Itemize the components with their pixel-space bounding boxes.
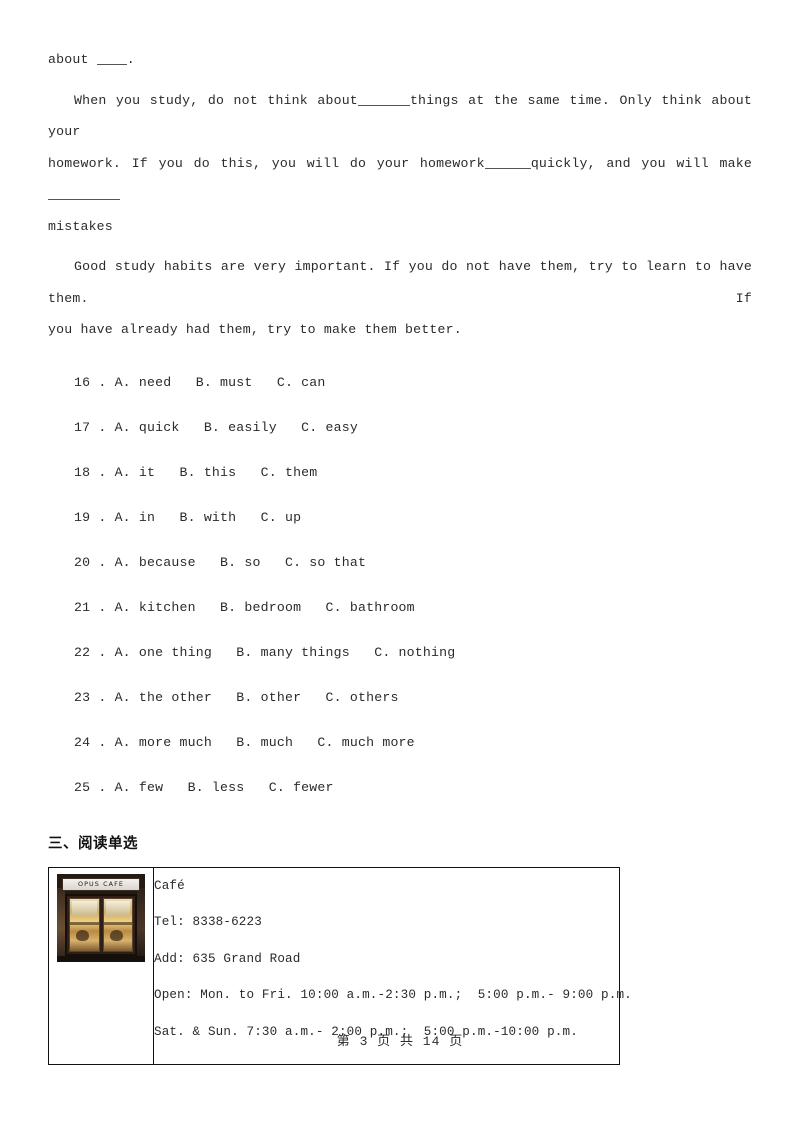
cafe-door-right bbox=[102, 897, 133, 952]
paragraph-line-text: mistakes bbox=[48, 218, 113, 234]
answer-blank bbox=[96, 51, 127, 65]
section-heading: 三、阅读单选 bbox=[48, 835, 138, 852]
paragraph-line: you have already had them, try to make t… bbox=[48, 314, 752, 346]
storefront-floor bbox=[57, 955, 145, 962]
answer-blank bbox=[357, 92, 410, 106]
answer-blank bbox=[484, 155, 531, 169]
choice-row[interactable]: 23 . A. the other B. other C. others bbox=[48, 675, 752, 720]
door-top-panel bbox=[105, 900, 130, 915]
choice-row[interactable]: 25 . A. few B. less C. fewer bbox=[48, 765, 752, 810]
paragraph-line-text: Good study habits are very important. If… bbox=[48, 259, 752, 306]
choice-row[interactable]: 17 . A. quick B. easily C. easy bbox=[48, 405, 752, 450]
door-top-panel bbox=[72, 900, 97, 915]
paragraph-line: When you study, do not think about things… bbox=[48, 85, 752, 148]
paragraph-line-text: When you study, do not think about bbox=[74, 92, 358, 108]
choice-row[interactable]: 24 . A. more much B. much C. much more bbox=[48, 720, 752, 765]
paragraph-when-you-study: When you study, do not think about things… bbox=[48, 85, 752, 243]
cafe-name: Café bbox=[154, 878, 185, 893]
paragraph-line-text-tail: quickly, and you will make bbox=[530, 155, 752, 171]
cafe-telephone: Tel: 8338-6223 bbox=[154, 915, 262, 929]
paragraph-line: mistakes bbox=[48, 211, 752, 243]
choice-row[interactable]: 21 . A. kitchen B. bedroom C. bathroom bbox=[48, 585, 752, 630]
cafe-address: Add: 635 Grand Road bbox=[154, 951, 301, 966]
door-silhouette bbox=[76, 929, 90, 942]
choice-list: 16 . A. need B. must C. can 17 . A. quic… bbox=[48, 360, 752, 810]
answer-blank bbox=[48, 186, 120, 200]
storefront-left-edge bbox=[57, 887, 65, 962]
cafe-sign: OPUS CAFE bbox=[62, 877, 140, 891]
choice-row[interactable]: 19 . A. in B. with C. up bbox=[48, 495, 752, 540]
storefront-right-edge bbox=[137, 887, 145, 962]
paragraph-about-suffix: . bbox=[126, 52, 135, 67]
paragraph-line-text: homework. If you do this, you will do yo… bbox=[48, 155, 485, 171]
document-page: about . When you study, do not think abo… bbox=[0, 0, 800, 1132]
choice-row[interactable]: 16 . A. need B. must C. can bbox=[48, 360, 752, 405]
paragraph-about-prefix: about bbox=[48, 52, 97, 67]
paragraph-good-habits: Good study habits are very important. If… bbox=[48, 251, 752, 346]
cafe-sign-text: OPUS CAFE bbox=[77, 879, 125, 888]
choice-row[interactable]: 18 . A. it B. this C. them bbox=[48, 450, 752, 495]
cafe-door-left bbox=[69, 897, 100, 952]
paragraph-about: about . bbox=[48, 44, 752, 76]
cafe-hours-weekday: Open: Mon. to Fri. 10:00 a.m.-2:30 p.m.;… bbox=[154, 988, 632, 1002]
paragraph-line: homework. If you do this, you will do yo… bbox=[48, 148, 752, 211]
cafe-doors bbox=[65, 893, 137, 956]
paragraph-line: Good study habits are very important. If… bbox=[48, 251, 752, 314]
page-footer: 第 3 页 共 14 页 bbox=[336, 1034, 464, 1049]
door-silhouette bbox=[109, 929, 123, 942]
cafe-storefront-photo-icon: OPUS CAFE bbox=[57, 873, 145, 962]
paragraph-line-text: you have already had them, try to make t… bbox=[48, 322, 462, 337]
choice-row[interactable]: 20 . A. because B. so C. so that bbox=[48, 540, 752, 585]
choice-row[interactable]: 22 . A. one thing B. many things C. noth… bbox=[48, 630, 752, 675]
